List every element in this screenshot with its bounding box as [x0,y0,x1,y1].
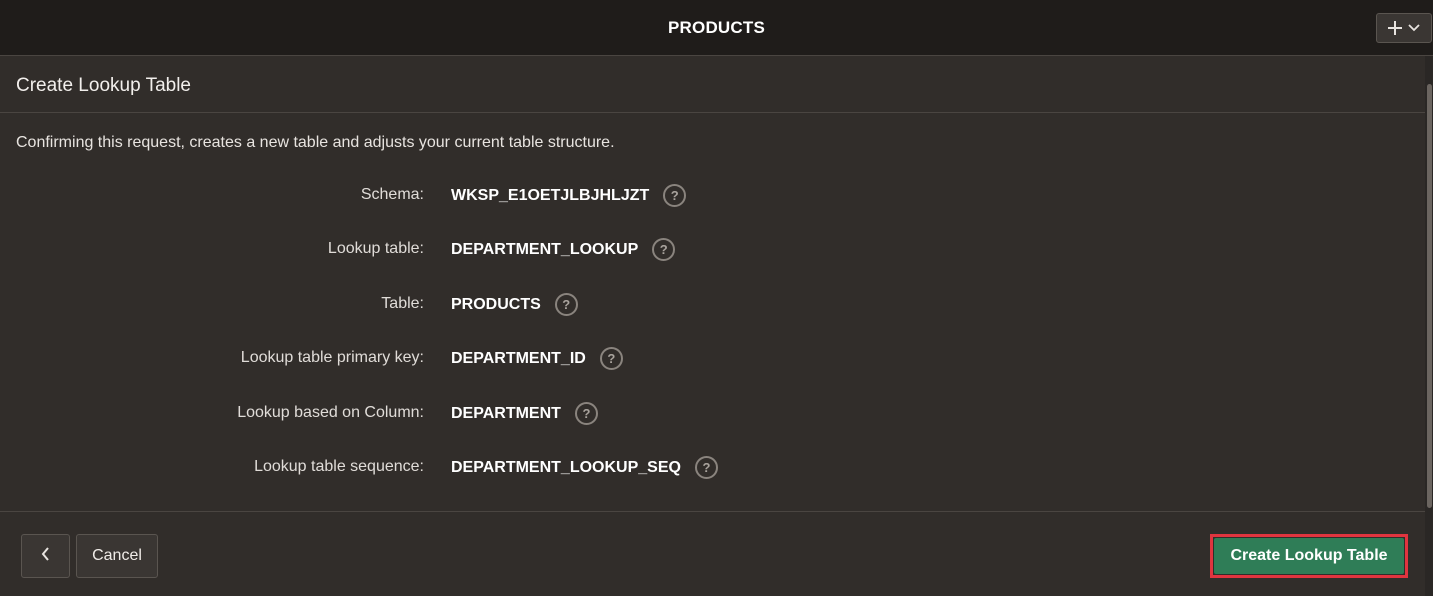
add-menu-button[interactable] [1376,13,1432,43]
page-title: PRODUCTS [668,18,765,37]
help-icon[interactable]: ? [663,184,687,207]
field-row-table: Table: PRODUCTS ? [0,290,1000,320]
dialog-intro-text: Confirming this request, creates a new t… [16,134,615,151]
field-value: DEPARTMENT_LOOKUP_SEQ [451,458,681,476]
field-label: Lookup table: [327,240,424,257]
field-value: DEPARTMENT [451,404,561,422]
cancel-button[interactable]: Cancel [76,534,158,578]
help-icon[interactable]: ? [599,347,623,370]
field-row-sequence: Lookup table sequence: DEPARTMENT_LOOKUP… [0,453,1000,483]
field-value: DEPARTMENT_LOOKUP [451,240,639,258]
field-value: DEPARTMENT_ID [451,349,586,367]
field-row-schema: Schema: WKSP_E1OETJLBJHLJZT ? [0,181,1000,211]
field-label: Schema: [360,186,424,203]
help-icon[interactable]: ? [574,402,598,425]
chevron-left-icon [41,546,50,566]
field-label: Lookup table primary key: [240,349,424,366]
plus-icon [1388,21,1402,35]
top-bar: PRODUCTS [0,0,1433,56]
field-label: Lookup based on Column: [237,404,424,421]
create-lookup-table-button[interactable]: Create Lookup Table [1214,538,1404,574]
chevron-down-icon [1408,24,1420,32]
dialog-header: Create Lookup Table [0,56,1425,113]
help-icon[interactable]: ? [652,238,676,261]
field-row-lookup-table: Lookup table: DEPARTMENT_LOOKUP ? [0,235,1000,265]
back-button[interactable] [21,534,70,578]
field-label: Table: [381,295,424,312]
help-icon[interactable]: ? [554,293,578,316]
scrollbar-thumb[interactable] [1427,84,1432,508]
field-value: WKSP_E1OETJLBJHLJZT [451,186,650,204]
field-row-based-on-column: Lookup based on Column: DEPARTMENT ? [0,399,1000,429]
dialog-title: Create Lookup Table [16,75,191,96]
field-value: PRODUCTS [451,295,541,313]
help-icon[interactable]: ? [694,456,718,479]
field-row-primary-key: Lookup table primary key: DEPARTMENT_ID … [0,344,1000,374]
field-label: Lookup table sequence: [254,458,424,475]
